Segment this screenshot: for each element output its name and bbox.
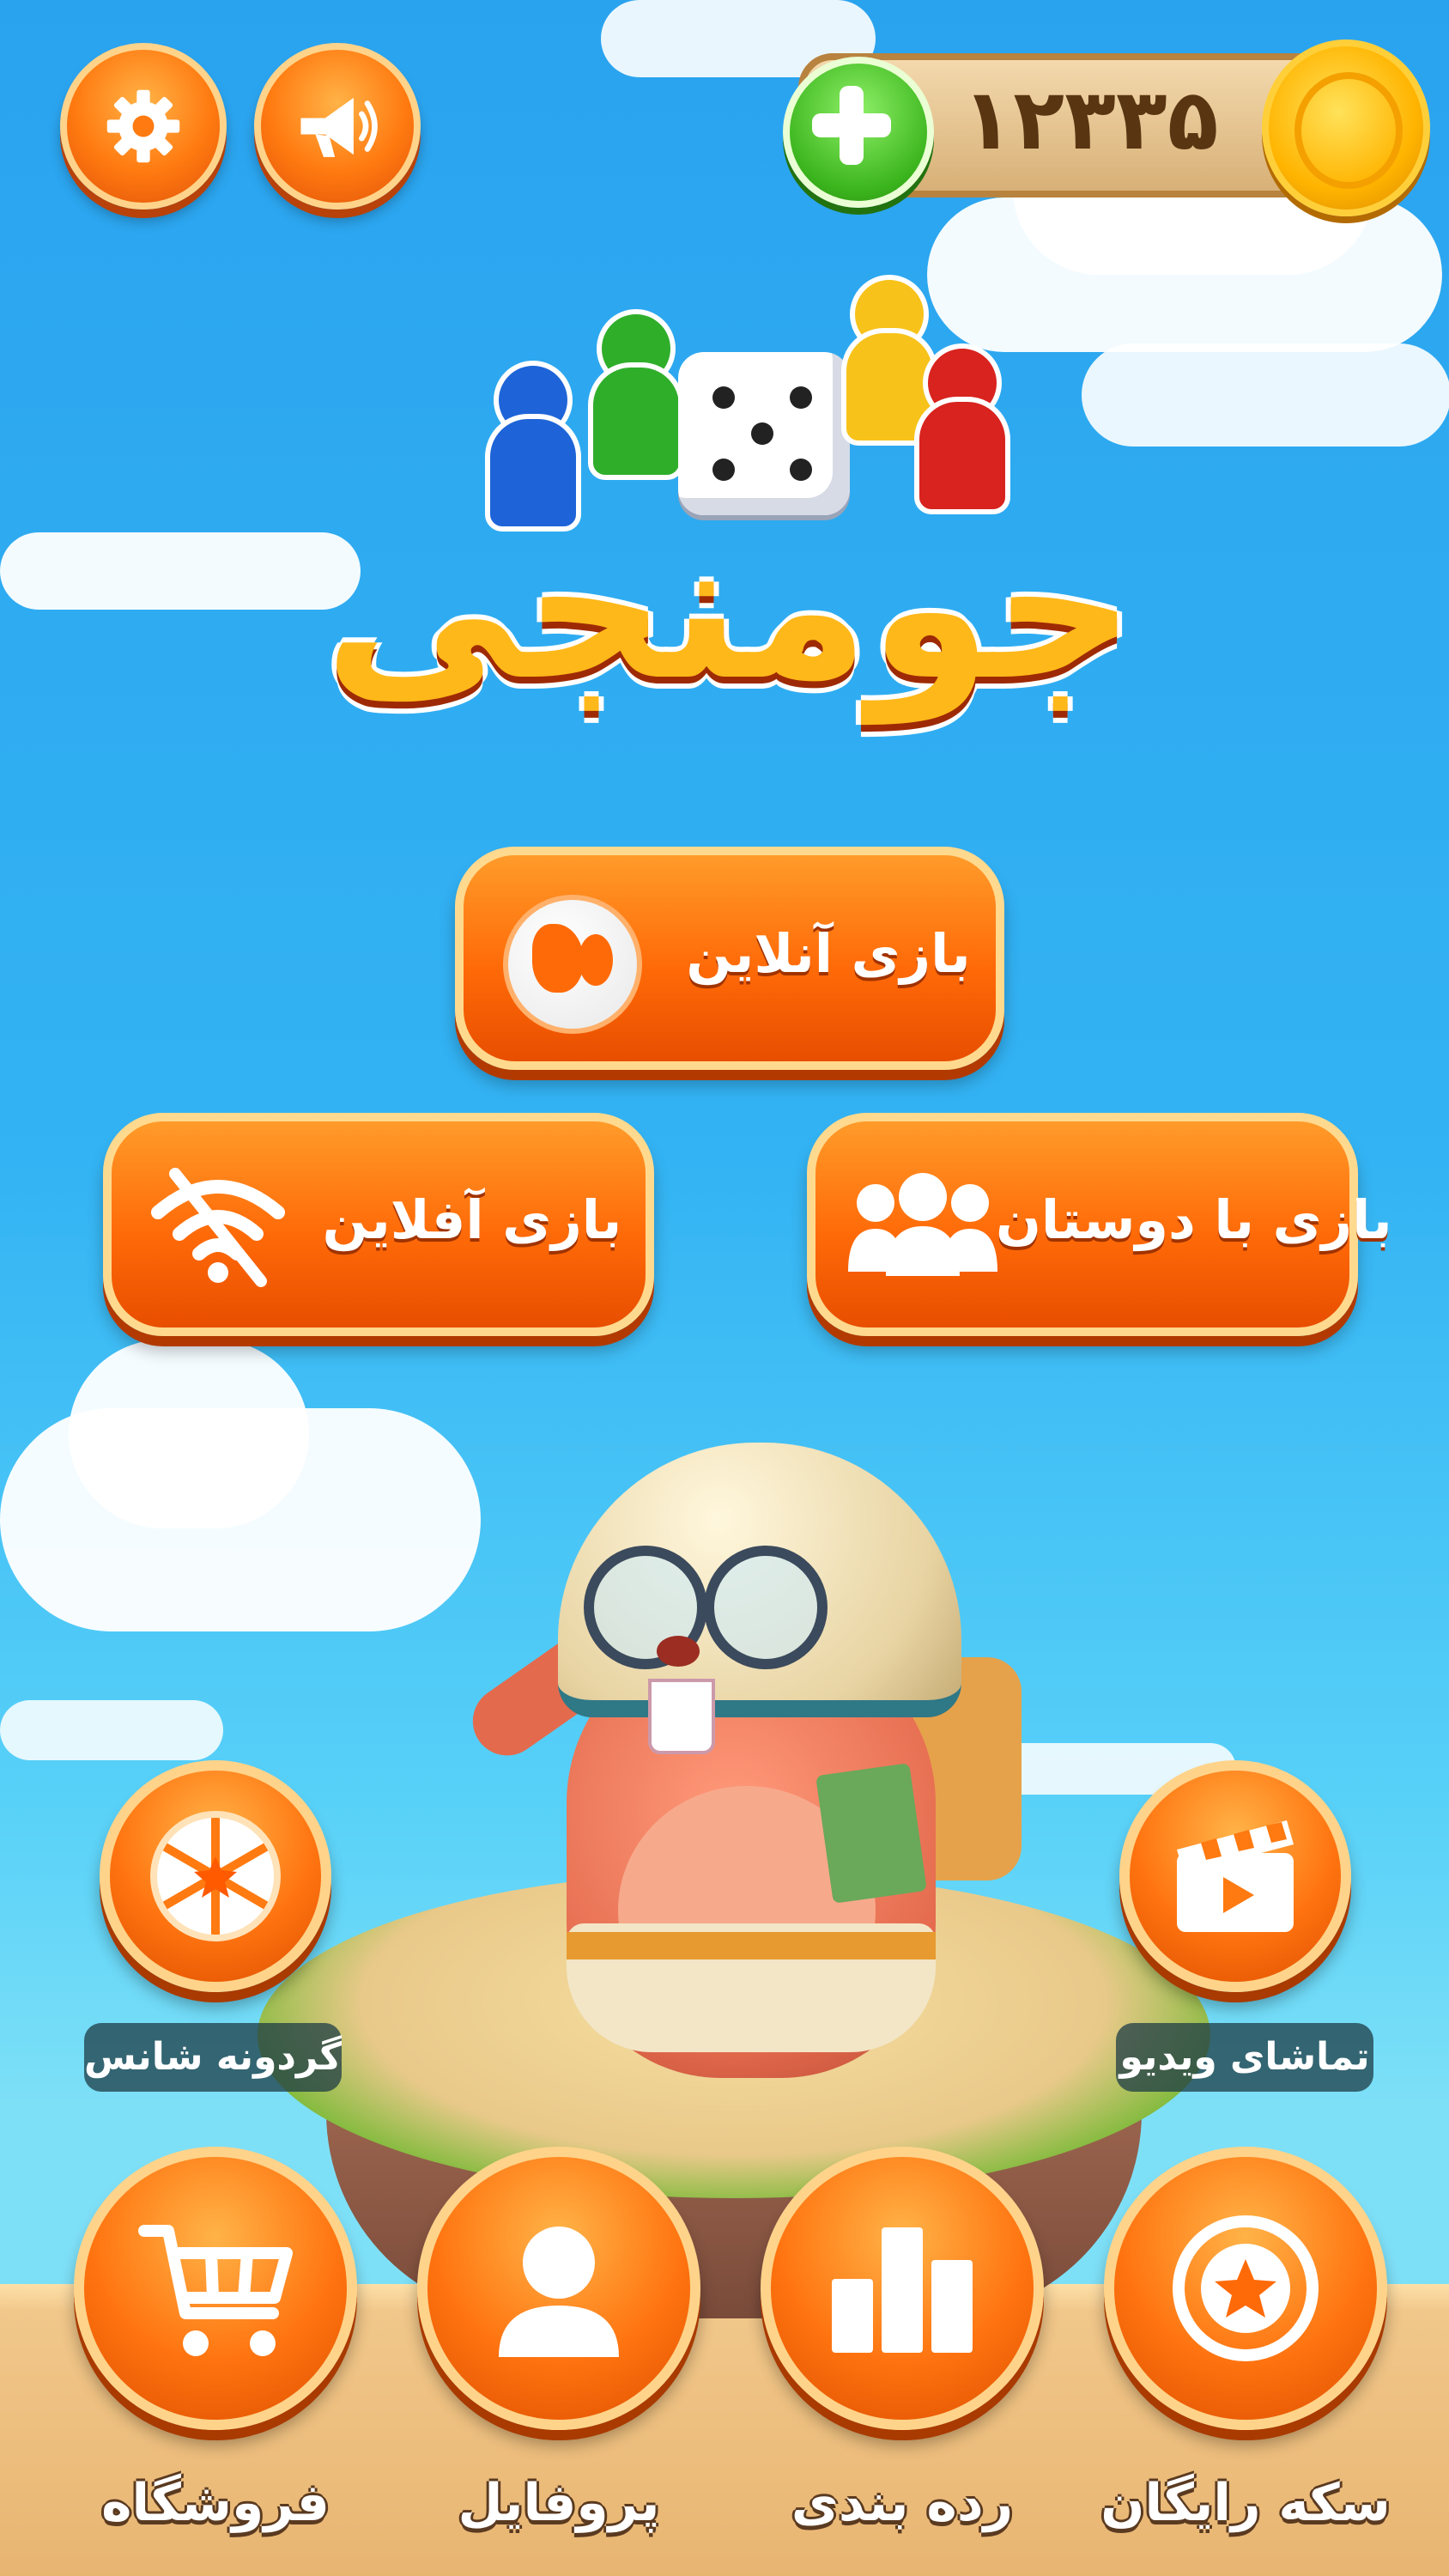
friends-play-label: بازی با دوستان bbox=[996, 1188, 1392, 1251]
coin-balance: ۱۲۳۳۵ bbox=[961, 71, 1219, 169]
no-wifi-icon bbox=[151, 1168, 285, 1287]
friends-play-button[interactable]: بازی با دوستان bbox=[807, 1113, 1392, 1336]
watch-video-button[interactable] bbox=[1119, 1760, 1351, 1992]
cloud bbox=[0, 532, 361, 610]
megaphone-icon bbox=[300, 97, 378, 157]
shop-button[interactable] bbox=[74, 2147, 357, 2430]
cloud bbox=[0, 1700, 223, 1760]
clapperboard-icon bbox=[1177, 1820, 1294, 1932]
offline-play-button[interactable]: بازی آفلاین bbox=[103, 1113, 654, 1336]
book bbox=[815, 1763, 927, 1904]
lucky-wheel-button[interactable] bbox=[100, 1760, 331, 1992]
gear-icon bbox=[106, 89, 180, 163]
star-coin-icon bbox=[1173, 2215, 1319, 2361]
online-play-button[interactable]: بازی آنلاین bbox=[455, 847, 1004, 1070]
mole-nose bbox=[657, 1636, 700, 1667]
ranking-label: رده بندی bbox=[791, 2473, 1014, 2533]
add-coins-button[interactable] bbox=[783, 57, 934, 208]
ranking-button[interactable] bbox=[761, 2147, 1044, 2430]
green-pawn bbox=[584, 309, 684, 480]
lucky-wheel-caption: گردونه شانس bbox=[84, 2023, 342, 2092]
announcements-button[interactable] bbox=[254, 43, 421, 210]
offline-play-label: بازی آفلاین bbox=[322, 1188, 622, 1251]
profile-label: پروفایل bbox=[458, 2473, 660, 2533]
shop-label: فروشگاه bbox=[101, 2473, 330, 2533]
mole-teeth bbox=[648, 1679, 715, 1754]
free-coins-label: سکه رایگان bbox=[1100, 2473, 1391, 2533]
globe-icon bbox=[503, 895, 642, 1034]
plus-icon bbox=[812, 86, 891, 165]
user-icon bbox=[499, 2227, 619, 2357]
ranking-bars-icon bbox=[832, 2227, 973, 2353]
glasses-right bbox=[704, 1546, 828, 1669]
game-logo: جومنجی bbox=[309, 258, 1150, 807]
friends-icon bbox=[848, 1173, 997, 1276]
watch-video-caption: تماشای ویدیو bbox=[1116, 2023, 1373, 2092]
cloud bbox=[69, 1340, 309, 1528]
game-scene: ۱۲۳۳۵ جومنجی بازی آنلاین بازی آفلاین باز… bbox=[0, 0, 1449, 2576]
online-play-label: بازی آنلاین bbox=[686, 922, 971, 985]
wheel-icon bbox=[150, 1811, 281, 1941]
shopping-cart-icon bbox=[138, 2225, 293, 2356]
gold-coin-icon bbox=[1262, 39, 1430, 216]
profile-button[interactable] bbox=[417, 2147, 700, 2430]
logo-title: جومنجی bbox=[324, 495, 1136, 724]
free-coins-button[interactable] bbox=[1104, 2147, 1387, 2430]
settings-button[interactable] bbox=[60, 43, 227, 210]
mole-belt bbox=[567, 1932, 936, 1959]
